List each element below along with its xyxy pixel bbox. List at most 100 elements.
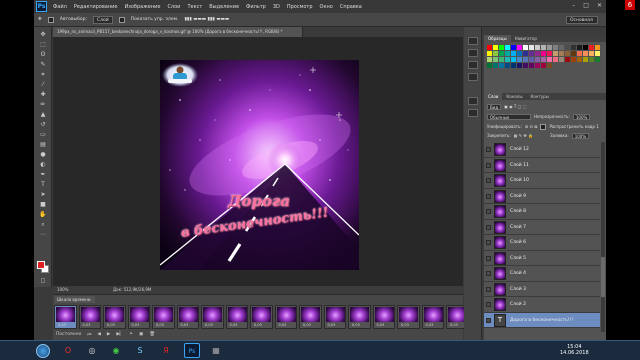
menu-edit[interactable]: Редактирование xyxy=(74,4,118,10)
timeline-frame[interactable]: 0,03 xyxy=(127,305,150,329)
timeline-frame[interactable]: 0,03 xyxy=(323,305,346,329)
frame-delay[interactable]: 0,03 xyxy=(83,323,91,327)
menu-help[interactable]: Справка xyxy=(340,4,362,10)
color-swatch[interactable] xyxy=(571,45,576,50)
frame-delay[interactable]: 0,03 xyxy=(181,323,189,327)
frame-delay[interactable]: 0,03 xyxy=(303,323,311,327)
layer-name[interactable]: Слой 12 xyxy=(510,147,529,152)
color-swatch[interactable] xyxy=(523,51,528,56)
layer-name[interactable]: Слой 3 xyxy=(510,287,526,292)
color-swatch[interactable] xyxy=(523,63,528,68)
maximize-button[interactable]: □ xyxy=(583,2,589,9)
timeline-frame[interactable]: 0,03 xyxy=(54,305,77,329)
play-icon[interactable]: ▶ xyxy=(107,332,110,338)
frame-delay[interactable]: 0,03 xyxy=(156,323,164,327)
lock-icons[interactable]: ▦ ✎ ✥ 🔒 xyxy=(514,133,533,138)
clock[interactable]: 15:04 14.06.2018 xyxy=(560,344,589,356)
color-swatch[interactable] xyxy=(535,45,540,50)
visibility-eye-icon[interactable] xyxy=(486,255,491,261)
tab-navigator[interactable]: Навигатор xyxy=(511,35,541,42)
artwork-canvas[interactable]: Дорога в бесконечность!!! xyxy=(160,60,359,270)
menu-select[interactable]: Выделение xyxy=(209,4,239,10)
timeline-frame[interactable]: 0,03 xyxy=(152,305,175,329)
timeline-frame[interactable]: 0,03 xyxy=(225,305,248,329)
opera-icon[interactable]: O xyxy=(60,343,76,358)
photoshop-taskbar-icon[interactable]: Ps xyxy=(184,343,200,358)
timeline-frame[interactable]: 0,03 xyxy=(348,305,371,329)
color-swatch[interactable] xyxy=(571,51,576,56)
visibility-eye-icon[interactable] xyxy=(486,286,491,292)
next-frame-icon[interactable]: ▶▏ xyxy=(116,332,123,338)
color-swatch[interactable] xyxy=(517,51,522,56)
color-swatch[interactable] xyxy=(529,45,534,50)
layer-filter-dropdown[interactable]: Вид xyxy=(487,103,502,110)
frame-delay[interactable]: 0,03 xyxy=(132,323,140,327)
timeline-frame[interactable]: 0,03 xyxy=(78,305,101,329)
more-tools-icon[interactable]: ⋯ xyxy=(38,231,48,239)
color-swatch[interactable] xyxy=(517,63,522,68)
color-swatch[interactable] xyxy=(517,45,522,50)
color-swatch[interactable] xyxy=(565,51,570,56)
color-swatch[interactable] xyxy=(559,45,564,50)
quick-mask-icon[interactable]: ◻ xyxy=(38,277,48,285)
color-swatch[interactable] xyxy=(505,45,510,50)
color-swatch[interactable] xyxy=(565,57,570,62)
visibility-eye-icon[interactable] xyxy=(486,224,491,230)
layer-name[interactable]: Слой 4 xyxy=(510,271,526,276)
color-swatch[interactable] xyxy=(529,57,534,62)
visibility-eye-icon[interactable] xyxy=(486,271,491,276)
frame-delay[interactable]: 0,03 xyxy=(107,323,115,327)
color-swatch[interactable] xyxy=(523,57,528,62)
properties-panel-icon[interactable] xyxy=(468,49,478,57)
brush-panel-icon[interactable] xyxy=(468,97,478,105)
marquee-tool-icon[interactable]: ⬚ xyxy=(38,41,48,49)
timeline-frame[interactable]: 0,03 xyxy=(372,305,395,329)
color-swatch[interactable] xyxy=(595,51,600,56)
prev-frame-icon[interactable]: ◀ xyxy=(97,332,100,338)
color-swatch[interactable] xyxy=(583,57,588,62)
layer-row[interactable]: Слой 9 xyxy=(484,188,600,204)
color-swatch[interactable] xyxy=(541,57,546,62)
menu-image[interactable]: Изображение xyxy=(124,4,160,10)
color-swatch[interactable] xyxy=(487,45,492,50)
visibility-eye-icon[interactable] xyxy=(486,240,491,245)
color-swatch[interactable] xyxy=(589,45,594,50)
frame-delay[interactable]: 0,03 xyxy=(205,323,213,327)
tab-paths[interactable]: Контуры xyxy=(526,93,552,100)
layer-row[interactable]: Слой 5 xyxy=(484,250,600,266)
canvas-area[interactable]: Дорога в бесконечность!!! xyxy=(53,37,463,286)
menu-type[interactable]: Текст xyxy=(187,4,202,10)
color-swatch[interactable] xyxy=(535,57,540,62)
layer-row[interactable]: Слой 12 xyxy=(484,142,600,158)
adjustments-panel-icon[interactable] xyxy=(468,109,478,117)
visibility-eye-icon[interactable] xyxy=(486,178,491,183)
layer-row[interactable]: Слой 2 xyxy=(484,297,600,313)
layer-row[interactable]: Слой 11 xyxy=(484,157,600,173)
show-controls-checkbox[interactable] xyxy=(118,16,125,23)
color-swatch[interactable] xyxy=(505,57,510,62)
timeline-frame[interactable]: 0,03 xyxy=(421,305,444,329)
unify-icons[interactable]: ⊞ ⊟ ⊠ xyxy=(525,124,538,129)
tab-swatches[interactable]: Образцы xyxy=(484,35,511,42)
autoselect-dropdown[interactable]: Слой xyxy=(93,15,113,24)
color-swatch[interactable] xyxy=(565,45,570,50)
color-swatch[interactable] xyxy=(523,45,528,50)
timeline-frame[interactable]: 0,03 xyxy=(103,305,126,329)
layer-row[interactable]: Слой 8 xyxy=(484,204,600,220)
loop-dropdown[interactable]: Постоянно xyxy=(56,332,81,338)
visibility-eye-icon[interactable] xyxy=(486,317,491,323)
color-swatch[interactable] xyxy=(553,57,558,62)
timeline-frame[interactable]: 0,03 xyxy=(176,305,199,329)
skype-icon[interactable]: S xyxy=(132,343,148,358)
type-tool-icon[interactable]: T xyxy=(38,181,48,189)
close-button[interactable]: ✕ xyxy=(597,2,602,9)
shape-tool-icon[interactable]: ■ xyxy=(38,201,48,209)
timeline-frame[interactable]: 0,03 xyxy=(250,305,273,329)
foreground-color[interactable] xyxy=(37,261,45,269)
color-swatch[interactable] xyxy=(505,51,510,56)
color-swatch[interactable] xyxy=(553,51,558,56)
color-swatch[interactable] xyxy=(511,45,516,50)
color-swatch[interactable] xyxy=(499,57,504,62)
color-swatch[interactable] xyxy=(583,45,588,50)
layer-name[interactable]: Слой 7 xyxy=(510,225,526,230)
